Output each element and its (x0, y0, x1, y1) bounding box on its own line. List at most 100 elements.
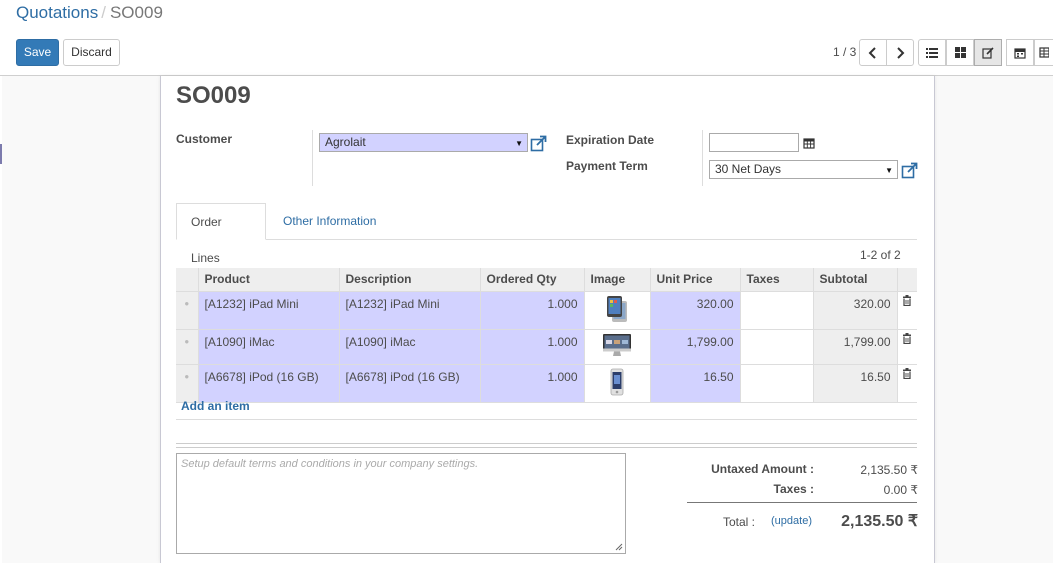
expiration-date-input[interactable] (709, 133, 799, 152)
column-header-description[interactable]: Description (339, 268, 481, 291)
payment-term-external-link-button[interactable] (900, 161, 918, 179)
section-divider (176, 443, 917, 444)
pager-next-button[interactable] (886, 39, 914, 66)
ipod-image (610, 368, 624, 395)
table-row[interactable]: ● [A6678] iPod (16 GB) [A6678] iPod (16 … (176, 363, 917, 403)
totals-divider (687, 502, 917, 503)
list-icon (926, 47, 938, 58)
field-separator (702, 130, 703, 186)
cell-taxes[interactable] (740, 290, 814, 329)
delete-row-button[interactable] (897, 328, 917, 364)
column-header-product[interactable]: Product (198, 268, 340, 291)
form-icon (982, 46, 994, 59)
handle-column-header (176, 268, 199, 291)
caret-down-icon: ▼ (515, 139, 523, 148)
ipad-image (607, 295, 627, 322)
cell-ordered-qty[interactable]: 1.000 (480, 328, 585, 364)
payment-term-label: Payment Term (566, 159, 648, 173)
breadcrumb-separator: / (101, 3, 106, 22)
order-lines-table: Product Description Ordered Qty Image Un… (176, 268, 917, 403)
records-counter: 1-2 of 2 (860, 248, 901, 262)
table-row[interactable]: ● [A1090] iMac [A1090] iMac 1.000 1,799.… (176, 328, 917, 364)
tab-order-lines[interactable]: Order Lines (176, 203, 266, 265)
discard-button[interactable]: Discard (63, 39, 120, 66)
kanban-icon (954, 47, 966, 58)
view-form-button[interactable] (974, 39, 1002, 66)
cell-unit-price[interactable]: 320.00 (650, 290, 741, 329)
drag-handle[interactable]: ● (176, 363, 199, 403)
total-label: Total : (722, 515, 755, 529)
customer-select-value: Agrolait (325, 135, 366, 149)
untaxed-amount-label: Untaxed Amount : (711, 462, 814, 476)
calendar-icon (1014, 47, 1026, 59)
table-header-row: Product Description Ordered Qty Image Un… (176, 268, 917, 291)
breadcrumb-current: SO009 (109, 3, 163, 22)
cell-subtotal: 320.00 (813, 290, 898, 329)
calendar-icon (803, 138, 815, 149)
view-calendar-button[interactable] (1006, 39, 1034, 66)
date-picker-button[interactable] (802, 135, 816, 151)
left-edge-marker (0, 144, 2, 164)
cell-description[interactable]: [A1090] iMac (339, 328, 481, 364)
table-footer-divider (176, 419, 917, 420)
add-an-item-link[interactable]: Add an item (181, 399, 250, 413)
trash-column-header (897, 268, 917, 291)
control-panel: Quotations / SO009 Save Discard 1 / 3 (0, 0, 1053, 76)
field-separator (312, 130, 313, 186)
caret-down-icon: ▼ (885, 166, 893, 175)
drag-handle[interactable]: ● (176, 290, 199, 329)
cell-unit-price[interactable]: 1,799.00 (650, 328, 741, 364)
cell-description[interactable]: [A6678] iPod (16 GB) (339, 363, 481, 403)
column-header-taxes[interactable]: Taxes (740, 268, 814, 291)
cell-ordered-qty[interactable]: 1.000 (480, 363, 585, 403)
customer-external-link-button[interactable] (529, 134, 547, 152)
cell-image (584, 328, 651, 364)
cell-unit-price[interactable]: 16.50 (650, 363, 741, 403)
taxes-value: 0.00 ₹ (883, 483, 918, 497)
column-header-image[interactable]: Image (584, 268, 651, 291)
column-header-subtotal[interactable]: Subtotal (813, 268, 898, 291)
column-header-ordered-qty[interactable]: Ordered Qty (480, 268, 585, 291)
expiration-date-label: Expiration Date (566, 133, 655, 147)
customer-label: Customer (176, 132, 233, 146)
cell-product[interactable]: [A1232] iPad Mini (198, 290, 340, 329)
column-header-unit-price[interactable]: Unit Price (650, 268, 741, 291)
total-value: 2,135.50 ₹ (841, 513, 918, 530)
delete-row-button[interactable] (897, 363, 917, 403)
trash-icon (903, 294, 912, 306)
cell-image (584, 290, 651, 329)
view-table-button[interactable] (1034, 39, 1053, 66)
cell-taxes[interactable] (740, 328, 814, 364)
save-button[interactable]: Save (16, 39, 59, 66)
cell-product[interactable]: [A6678] iPod (16 GB) (198, 363, 340, 403)
table-row[interactable]: ● [A1232] iPad Mini [A1232] iPad Mini 1.… (176, 290, 917, 329)
view-kanban-button[interactable] (946, 39, 974, 66)
delete-row-button[interactable] (897, 290, 917, 329)
cell-product[interactable]: [A1090] iMac (198, 328, 340, 364)
cell-image (584, 363, 651, 403)
update-totals-button[interactable]: (update) (762, 515, 812, 527)
view-list-button[interactable] (918, 39, 946, 66)
taxes-label: Taxes : (773, 482, 814, 496)
breadcrumb-quotations-link[interactable]: Quotations (16, 3, 98, 22)
terms-placeholder: Setup default terms and conditions in yo… (181, 458, 479, 470)
untaxed-amount-value: 2,135.50 ₹ (860, 463, 918, 477)
external-link-icon (901, 162, 917, 178)
resize-grip-icon[interactable] (615, 543, 623, 551)
cell-description[interactable]: [A1232] iPad Mini (339, 290, 481, 329)
external-link-icon (530, 135, 546, 151)
imac-image (603, 333, 631, 356)
pager-value[interactable]: 1 / 3 (833, 45, 856, 59)
customer-select[interactable]: Agrolait ▼ (319, 133, 528, 152)
tab-other-information[interactable]: Other Information (269, 203, 390, 240)
cell-taxes[interactable] (740, 363, 814, 403)
terms-and-conditions-textarea[interactable]: Setup default terms and conditions in yo… (176, 453, 626, 554)
cell-subtotal: 1,799.00 (813, 328, 898, 364)
chevron-right-icon (897, 46, 905, 59)
payment-term-select-value: 30 Net Days (715, 162, 782, 176)
table-icon (1039, 47, 1049, 58)
cell-ordered-qty[interactable]: 1.000 (480, 290, 585, 329)
pager-previous-button[interactable] (859, 39, 887, 66)
payment-term-select[interactable]: 30 Net Days ▼ (709, 160, 898, 179)
drag-handle[interactable]: ● (176, 328, 199, 364)
